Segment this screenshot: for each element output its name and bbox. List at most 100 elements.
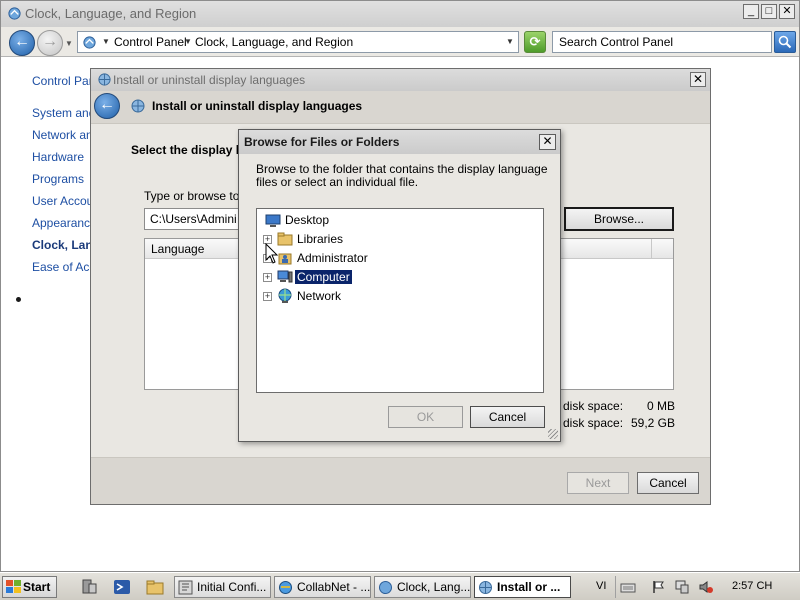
task-clock-language[interactable]: Clock, Lang... [374, 576, 471, 598]
server-manager-icon[interactable] [80, 578, 98, 596]
nav-link-clock-language-region[interactable]: Clock, Language, and Region [32, 238, 94, 252]
refresh-icon: ⟳ [529, 34, 541, 49]
desktop-icon [265, 214, 281, 227]
nav-link-system-security[interactable]: System and Security [32, 106, 94, 120]
explorer-folder-icon[interactable] [146, 578, 164, 596]
folder-tree[interactable]: Desktop + Libraries + Administrator + [256, 208, 544, 393]
tree-item-label: Libraries [297, 232, 344, 246]
nav-link-programs[interactable]: Programs [32, 172, 94, 186]
task-label: CollabNet - ... [297, 580, 371, 594]
required-space-value: 0 MB [646, 399, 675, 413]
tree-item-label: Network [297, 289, 342, 303]
task-initial-configuration[interactable]: Initial Confi... [174, 576, 271, 598]
main-title-bar[interactable]: Clock, Language, and Region _ □ ✕ [1, 1, 799, 27]
search-icon [778, 35, 792, 49]
start-button[interactable]: Start [2, 576, 57, 598]
address-dropdown-chevron-icon[interactable]: ▼ [506, 37, 514, 46]
forward-button[interactable]: → [37, 30, 63, 56]
powershell-icon[interactable] [113, 578, 131, 596]
main-window-title: Clock, Language, and Region [25, 6, 197, 21]
browse-files-folders-dialog: Browse for Files or Folders ✕ Browse to … [238, 129, 561, 442]
task-label: Clock, Lang... [397, 580, 471, 594]
nav-link-network-internet[interactable]: Network and Internet [32, 128, 94, 142]
control-panel-icon [379, 581, 392, 594]
browse-cancel-button[interactable]: Cancel [470, 406, 545, 428]
required-space-label: disk space: [563, 399, 624, 413]
install-dialog-header: ← Install or uninstall display languages [91, 91, 710, 123]
install-dialog-title-bar[interactable]: Install or uninstall display languages ✕ [91, 69, 710, 91]
nav-link-control-panel-home[interactable]: Control Panel Home [32, 74, 94, 88]
clock[interactable]: 2:57 CH [732, 580, 772, 592]
task-collabnet[interactable]: CollabNet - ... [274, 576, 371, 598]
resize-grip[interactable] [548, 429, 558, 439]
tree-item-label: Administrator [297, 251, 368, 265]
internet-explorer-icon [279, 581, 292, 594]
start-label: Start [23, 580, 51, 594]
tree-item-network[interactable]: + Network [263, 288, 503, 306]
keyboard-icon[interactable] [620, 579, 636, 595]
tree-item-libraries[interactable]: + Libraries [263, 231, 503, 249]
address-bar[interactable]: ▼ Control Panel ▼ Clock, Language, and R… [77, 31, 587, 53]
tree-item-computer[interactable]: + Computer [263, 269, 503, 287]
install-dialog-title: Install or uninstall display languages [113, 73, 306, 87]
back-button[interactable]: ← [9, 30, 35, 56]
expand-plus-icon[interactable]: + [263, 273, 272, 282]
browse-button[interactable]: Browse... [564, 207, 674, 231]
current-item-bullet [16, 297, 21, 302]
action-center-flag-icon[interactable] [651, 579, 667, 595]
breadcrumb-chevron-icon[interactable]: ▼ [184, 37, 192, 46]
network-tray-icon[interactable] [674, 579, 690, 595]
tree-item-administrator[interactable]: + Administrator [263, 250, 503, 268]
nav-link-hardware[interactable]: Hardware [32, 150, 94, 164]
path-label: Type or browse to [144, 189, 240, 203]
nav-link-appearance[interactable]: Appearance [32, 216, 94, 230]
browse-instructions: Browse to the folder that contains the d… [256, 162, 548, 189]
network-icon [278, 288, 292, 303]
user-folder-icon [278, 253, 292, 265]
search-button[interactable] [774, 31, 796, 53]
install-dialog-heading: Install or uninstall display languages [152, 99, 363, 113]
install-dialog-close-button[interactable]: ✕ [690, 72, 706, 87]
minimize-button[interactable]: _ [743, 4, 759, 19]
install-cancel-button[interactable]: Cancel [637, 472, 699, 494]
ok-button[interactable]: OK [388, 406, 463, 428]
control-panel-icon [8, 7, 21, 20]
language-globe-icon [479, 581, 492, 594]
back-arrow-icon: ← [14, 33, 30, 50]
forward-arrow-icon: → [42, 33, 58, 50]
configuration-icon [178, 580, 193, 595]
available-space-label: disk space: [563, 416, 624, 430]
breadcrumb-control-panel[interactable]: Control Panel [114, 35, 187, 49]
expand-plus-icon[interactable]: + [263, 292, 272, 301]
task-install-or-uninstall[interactable]: Install or ... [474, 576, 571, 598]
next-button[interactable]: Next [567, 472, 629, 494]
back-arrow-icon: ← [99, 96, 115, 113]
nav-link-user-accounts[interactable]: User Accounts [32, 194, 94, 208]
system-tray: 2:57 CH [615, 576, 798, 598]
volume-muted-icon[interactable] [698, 579, 714, 595]
wizard-back-button[interactable]: ← [94, 93, 120, 119]
left-navigation-pane: Control Panel Home System and Security N… [1, 58, 97, 573]
computer-icon [277, 270, 293, 283]
windows-logo-icon [6, 580, 21, 593]
tree-item-label: Desktop [285, 213, 330, 227]
nav-link-ease-of-access[interactable]: Ease of Access [32, 260, 94, 274]
maximize-button[interactable]: □ [761, 4, 777, 19]
available-space-value: 59,2 GB [630, 416, 675, 430]
breadcrumb-chevron-icon[interactable]: ▼ [102, 37, 110, 46]
browse-dialog-title-bar[interactable]: Browse for Files or Folders ✕ [239, 130, 560, 154]
select-display-language-heading: Select the display l [131, 143, 240, 157]
close-button[interactable]: ✕ [779, 4, 795, 19]
language-column-header[interactable]: Language [151, 242, 204, 256]
input-language-indicator[interactable]: VI [596, 580, 606, 592]
tree-item-desktop[interactable]: Desktop [265, 212, 505, 230]
recent-pages-chevron-icon[interactable]: ▼ [65, 39, 73, 48]
search-input[interactable]: Search Control Panel [552, 31, 772, 53]
language-globe-icon [98, 73, 111, 86]
task-label: Install or ... [497, 580, 561, 594]
breadcrumb-clock-language-region[interactable]: Clock, Language, and Region [195, 35, 353, 49]
browse-dialog-close-button[interactable]: ✕ [539, 134, 556, 150]
navigation-bar: ← → ▼ ▼ Control Panel ▼ Clock, Language,… [1, 27, 799, 57]
mouse-pointer-icon [265, 243, 279, 264]
refresh-button[interactable]: ⟳ [524, 31, 546, 53]
